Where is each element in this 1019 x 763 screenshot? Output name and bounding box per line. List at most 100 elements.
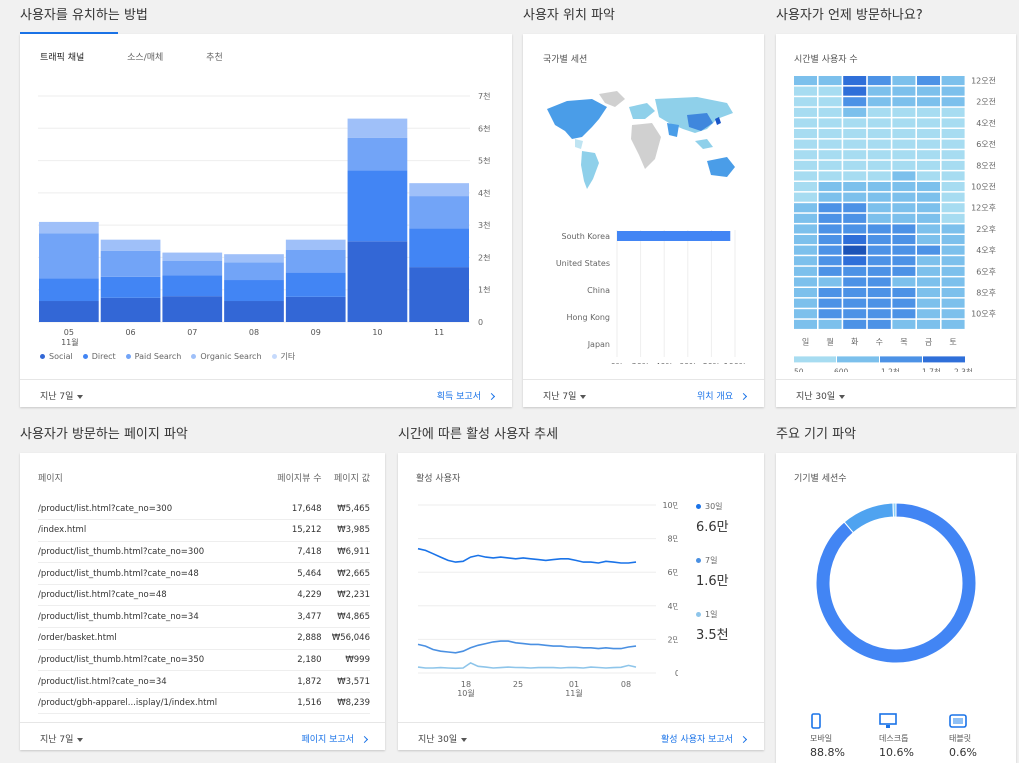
table-row[interactable]: /product/list_thumb.html?cate_no=48 5,464…	[38, 562, 370, 585]
scale-label: 50	[794, 367, 804, 372]
heatmap-cell	[843, 129, 867, 139]
caret-down-icon	[77, 394, 84, 399]
heatmap-cell	[917, 319, 940, 329]
table-row[interactable]: /order/basket.html 2,888 ₩56,046	[38, 627, 370, 650]
legend-label: Paid Search	[134, 352, 182, 361]
page-path-cell: /product/list_thumb.html?cate_no=350	[38, 649, 266, 672]
tab-traffic-channel[interactable]: 트래픽 채널	[40, 53, 84, 63]
heatmap-cell	[818, 129, 842, 139]
heatmap-cell	[794, 309, 817, 319]
heatmap-cell	[917, 213, 940, 223]
legend-dot	[696, 504, 701, 509]
trend-subtitle: 활성 사용자	[416, 474, 461, 484]
x-tick-label: 20%	[632, 362, 650, 364]
heatmap-cell	[917, 160, 940, 170]
heatmap-cell	[794, 235, 817, 245]
map-south-america	[581, 151, 599, 189]
acquisition-legend: Social Direct Paid Search Organic Search 기타	[40, 351, 305, 362]
heatmap-cell	[867, 288, 891, 298]
page-value-cell: ₩6,911	[321, 541, 370, 564]
heatmap-cell	[794, 203, 817, 213]
pages-report-link[interactable]: 페이지 보고서	[301, 732, 369, 745]
heatmap-cell	[843, 277, 867, 287]
heatmap-cell	[892, 266, 916, 276]
heatmap-cell	[892, 76, 916, 86]
heatmap-cell	[818, 235, 842, 245]
report-link-label: 위치 개요	[697, 392, 733, 402]
y-tick-label: 2만	[668, 635, 678, 644]
device-label: 태블릿	[949, 734, 972, 743]
heatmap-cell	[818, 107, 842, 117]
heatmap-cell	[892, 107, 916, 117]
col-header-pageviews[interactable]: 페이지뷰 수	[265, 467, 321, 498]
heatmap-cell	[818, 203, 842, 213]
trend-legend-label: 7일	[696, 555, 729, 566]
heatmap-cell	[794, 298, 817, 308]
heatmap-cell	[794, 139, 817, 149]
table-row[interactable]: /index.html 15,212 ₩3,985	[38, 519, 370, 542]
heatmap-cell	[941, 171, 965, 181]
heatmap-cell	[867, 298, 891, 308]
col-header-page-value[interactable]: 페이지 값	[322, 467, 370, 498]
heatmap-cell	[867, 256, 891, 266]
date-range-dropdown[interactable]: 지난 7일	[40, 732, 84, 745]
legend-text: 30일	[705, 502, 723, 511]
acquisition-report-link[interactable]: 획득 보고서	[437, 389, 496, 402]
heatmap-cell	[867, 76, 891, 86]
y-tick-label: 0	[675, 669, 678, 678]
location-card: 국가별 세션 0% 20% 40% 60% 80%100% South Korea Unit…	[523, 34, 764, 407]
table-row[interactable]: /product/list_thumb.html?cate_no=300 7,41…	[38, 541, 370, 564]
heatmap-cell	[818, 97, 842, 107]
heatmap-cell	[794, 86, 817, 96]
when-footer: 지난 30일	[776, 379, 1016, 407]
heatmap-cell	[843, 86, 867, 96]
heatmap-cell	[818, 76, 842, 86]
tab-referral[interactable]: 추천	[206, 53, 223, 63]
trend-legend-value: 6.6만	[696, 520, 729, 535]
table-row[interactable]: /product/list.html?cate_no=34 1,872 ₩3,571	[38, 670, 370, 693]
table-row[interactable]: /product/gbh-apparel...isplay/1/index.ht…	[38, 692, 370, 715]
series-line	[417, 640, 637, 654]
active-users-report-link[interactable]: 활성 사용자 보고서	[661, 732, 748, 745]
map-southeast-asia	[695, 139, 713, 149]
heatmap-cell	[843, 76, 867, 86]
heatmap-cell	[941, 203, 965, 213]
table-row[interactable]: /product/list.html?cate_no=300 17,648 ₩5,4…	[38, 498, 370, 521]
bar-segment	[162, 275, 223, 297]
col-header-page[interactable]: 페이지	[38, 467, 265, 498]
heatmap-cell	[892, 277, 916, 287]
bar-segment	[285, 272, 346, 297]
heatmap-cell	[867, 266, 891, 276]
y-tick-label: 1천	[478, 285, 490, 295]
acquisition-bar-chart: 0 1천 2천 3천 4천 5천 6천 7천 05 06 07 08 09 10 11 11월	[38, 91, 490, 347]
location-overview-link[interactable]: 위치 개요	[697, 389, 748, 402]
date-range-dropdown[interactable]: 지난 7일	[543, 389, 587, 402]
trend-legend-item: 30일 6.6만	[696, 501, 729, 535]
table-row[interactable]: /product/list_thumb.html?cate_no=34 3,477…	[38, 605, 370, 629]
tab-source-medium[interactable]: 소스/매체	[127, 53, 163, 63]
when-subtitle: 시간별 사용자 수	[794, 55, 858, 65]
table-row[interactable]: /product/list_thumb.html?cate_no=350 2,18…	[38, 649, 370, 672]
heatmap-cell	[892, 213, 916, 223]
active-users-legend: 30일 6.6만 7일 1.6만 1일 3.5천	[696, 501, 729, 663]
heatmap-cell	[917, 203, 940, 213]
x-tick-label: 80%	[703, 362, 721, 364]
heatmap-cell	[917, 288, 940, 298]
heatmap-cell	[843, 298, 867, 308]
acquisition-footer: 지난 7일 획득 보고서	[20, 379, 512, 407]
device-value: 10.6%	[879, 746, 914, 759]
x-tick-label: 0%	[611, 362, 624, 364]
heatmap-cell	[843, 309, 867, 319]
heatmap-cell	[867, 213, 891, 223]
country-bar	[617, 231, 731, 241]
bar-segment	[285, 250, 346, 273]
date-range-dropdown[interactable]: 지난 30일	[796, 389, 846, 402]
date-range-dropdown[interactable]: 지난 7일	[40, 389, 84, 402]
heatmap-cell	[794, 160, 817, 170]
country-label: Japan	[587, 340, 610, 349]
donut-slice	[892, 503, 897, 518]
day-label: 수	[876, 337, 883, 346]
table-row[interactable]: /product/list.html?cate_no=48 4,229 ₩2,231	[38, 584, 370, 607]
heatmap-cell	[818, 309, 842, 319]
date-range-dropdown[interactable]: 지난 30일	[418, 732, 468, 745]
